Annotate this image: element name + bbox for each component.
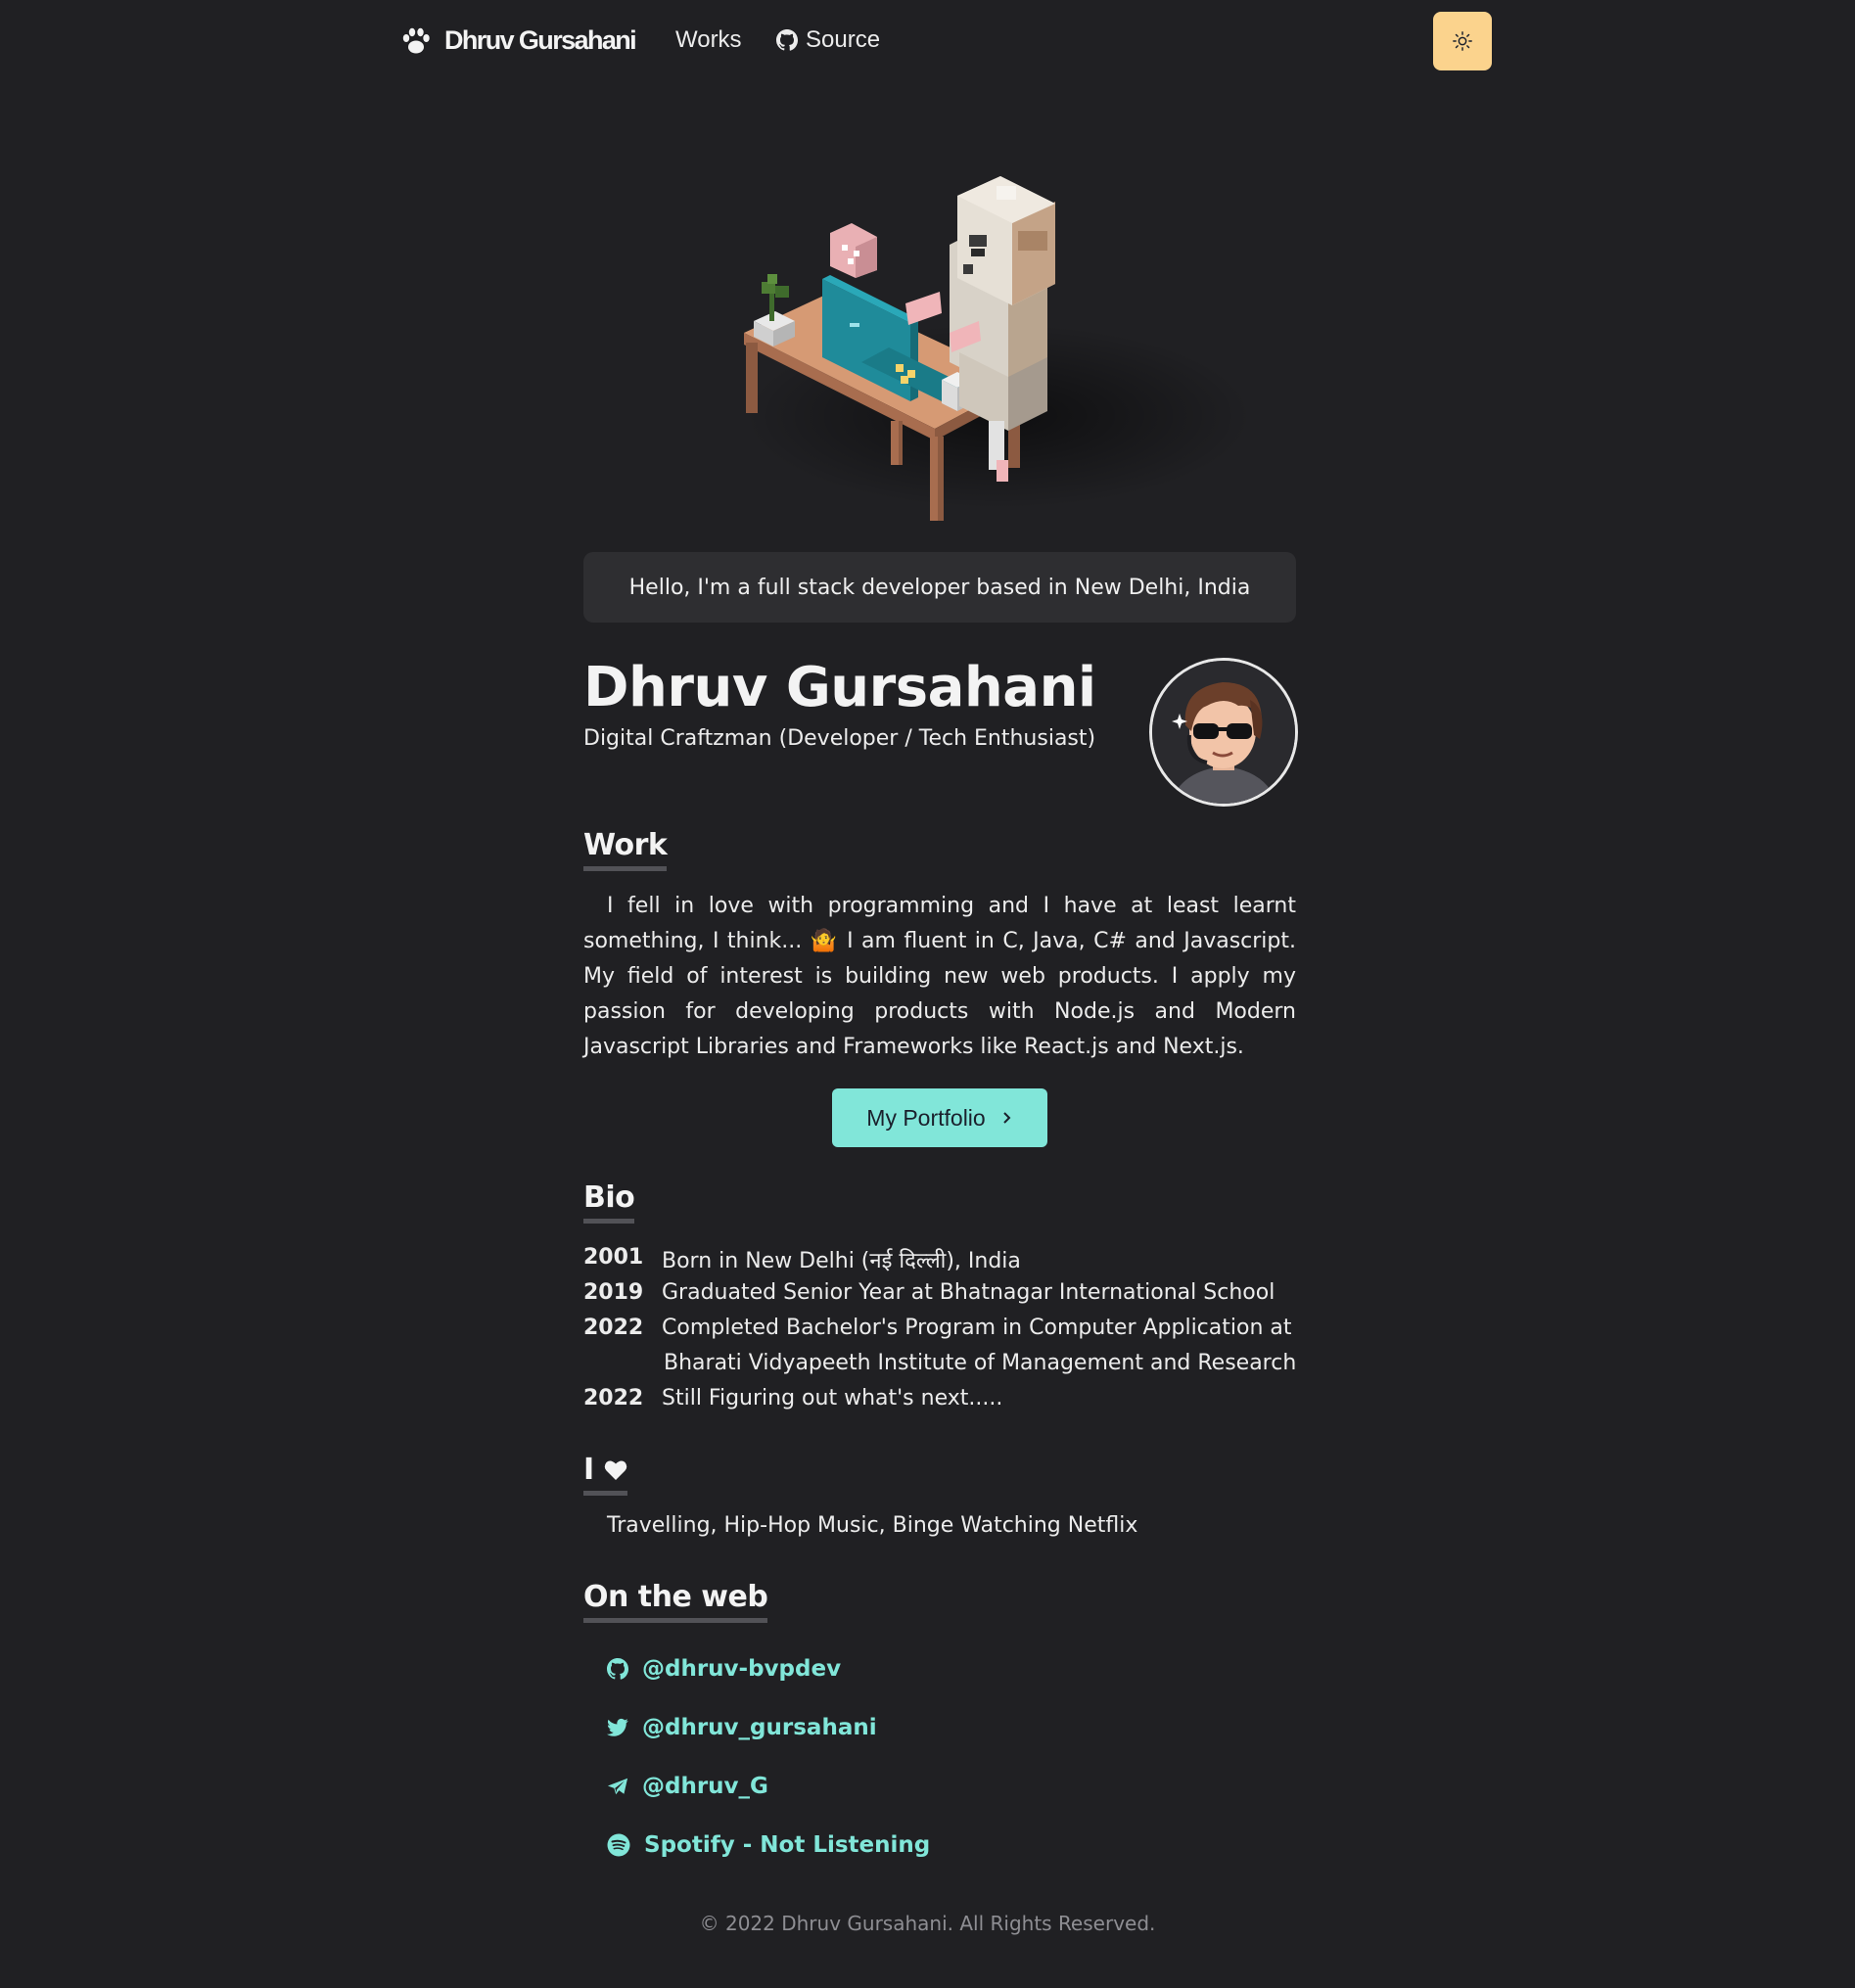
bio-year: 2022: [583, 1316, 644, 1340]
navbar: Dhruv Gursahani Works Source: [0, 0, 1855, 86]
spotify-link[interactable]: Spotify - Not Listening: [607, 1832, 930, 1858]
bio-heading: Bio: [583, 1180, 635, 1224]
bio-entry: 2019 Graduated Senior Year at Bhatnagar …: [583, 1280, 1275, 1305]
brand-name: Dhruv Gursahani: [444, 25, 637, 55]
telegram-icon: [607, 1778, 628, 1795]
spotify-link-label: Spotify - Not Listening: [644, 1832, 931, 1858]
bio-text: Still Figuring out what's next.....: [662, 1386, 1003, 1410]
heart-icon: [604, 1460, 626, 1480]
github-icon: [607, 1658, 628, 1680]
twitter-icon: [607, 1718, 628, 1736]
bio-year: 2001: [583, 1245, 644, 1270]
greeting-banner: Hello, I'm a full stack developer based …: [583, 552, 1296, 623]
bio-entry: 2022 Still Figuring out what's next.....: [583, 1386, 1002, 1410]
bio-year: 2022: [583, 1386, 644, 1410]
love-heading: I: [583, 1453, 627, 1496]
telegram-link[interactable]: @dhruv_G: [607, 1774, 768, 1799]
profile-title: Digital Craftzman (Developer / Tech Enth…: [583, 726, 1096, 751]
nav-link-source[interactable]: Source: [776, 26, 880, 54]
profile-name: Dhruv Gursahani: [583, 656, 1096, 719]
sun-icon: [1453, 31, 1472, 51]
bio-text-continued: Bharati Vidyapeeth Institute of Manageme…: [664, 1351, 1297, 1375]
theme-toggle-button[interactable]: [1433, 12, 1492, 70]
nav-link-works[interactable]: Works: [675, 26, 742, 54]
nav-link-works-label: Works: [675, 26, 742, 53]
github-icon: [776, 29, 798, 51]
brand-link[interactable]: Dhruv Gursahani: [401, 25, 637, 56]
nav-link-source-label: Source: [806, 26, 881, 53]
greeting-text: Hello, I'm a full stack developer based …: [628, 575, 1251, 600]
bio-text: Graduated Senior Year at Bhatnagar Inter…: [662, 1280, 1275, 1305]
love-text: Travelling, Hip-Hop Music, Binge Watchin…: [607, 1513, 1138, 1538]
portfolio-button-label: My Portfolio: [866, 1104, 986, 1131]
twitter-link[interactable]: @dhruv_gursahani: [607, 1715, 877, 1740]
chevron-right-icon: [1003, 1112, 1011, 1124]
work-description: I fell in love with programming and I ha…: [583, 894, 1296, 1059]
bio-year: 2019: [583, 1280, 644, 1305]
bio-entry: 2022 Completed Bachelor's Program in Com…: [583, 1316, 1292, 1340]
voxel-desk-illustration: [744, 176, 1253, 521]
work-heading: Work: [583, 828, 668, 871]
twitter-link-label: @dhruv_gursahani: [642, 1715, 877, 1740]
github-link[interactable]: @dhruv-bvpdev: [607, 1656, 841, 1682]
web-heading: On the web: [583, 1580, 768, 1623]
bio-text: Completed Bachelor's Program in Computer…: [662, 1316, 1292, 1340]
bio-entry: 2001 Born in New Delhi (नई दिल्ली), Indi…: [583, 1245, 1021, 1274]
love-heading-label: I: [583, 1453, 594, 1487]
github-link-label: @dhruv-bvpdev: [642, 1656, 842, 1682]
bio-text: Born in New Delhi (नई दिल्ली), India: [662, 1249, 1021, 1273]
paw-icon: [402, 27, 430, 53]
telegram-link-label: @dhruv_G: [642, 1774, 768, 1799]
spotify-icon: [607, 1833, 630, 1857]
footer-copyright: © 2022 Dhruv Gursahani. All Rights Reser…: [699, 1912, 1156, 1935]
avatar: [1149, 658, 1298, 807]
portfolio-button[interactable]: My Portfolio: [832, 1088, 1047, 1147]
avatar-cartoon: [1152, 661, 1295, 804]
